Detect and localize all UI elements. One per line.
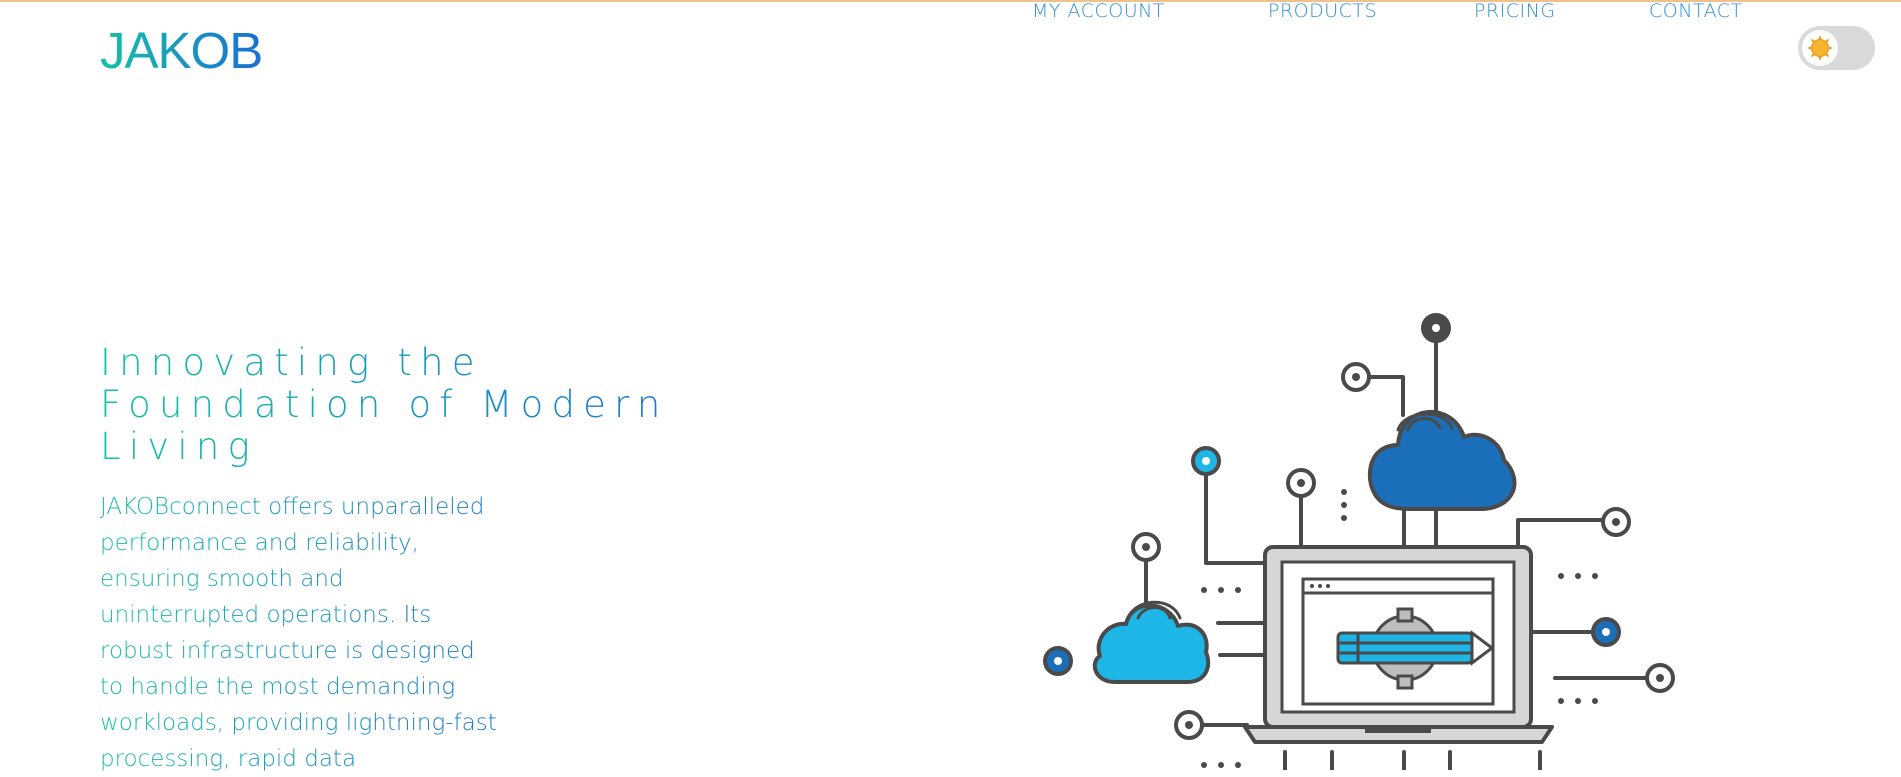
nav-contact[interactable]: CONTACT [1649,0,1743,22]
nav-my-account[interactable]: MY ACCOUNT [1032,0,1165,22]
page: JAKOB MY ACCOUNT PRODUCTS PRICING CONTAC… [0,0,1901,772]
cloud-network-laptop-illustration [1043,313,1675,770]
logo[interactable]: JAKOB [100,22,263,80]
toggle-knob [1802,30,1838,66]
hero-body-text: JAKOBconnect offers unparalleled perform… [100,489,500,777]
nav-pricing[interactable]: PRICING [1474,0,1556,22]
theme-toggle[interactable] [1798,26,1875,70]
sun-icon [1807,35,1833,61]
hero-headline: Innovating the Foundation of Modern Livi… [100,342,720,468]
nav-products[interactable]: PRODUCTS [1268,0,1377,22]
